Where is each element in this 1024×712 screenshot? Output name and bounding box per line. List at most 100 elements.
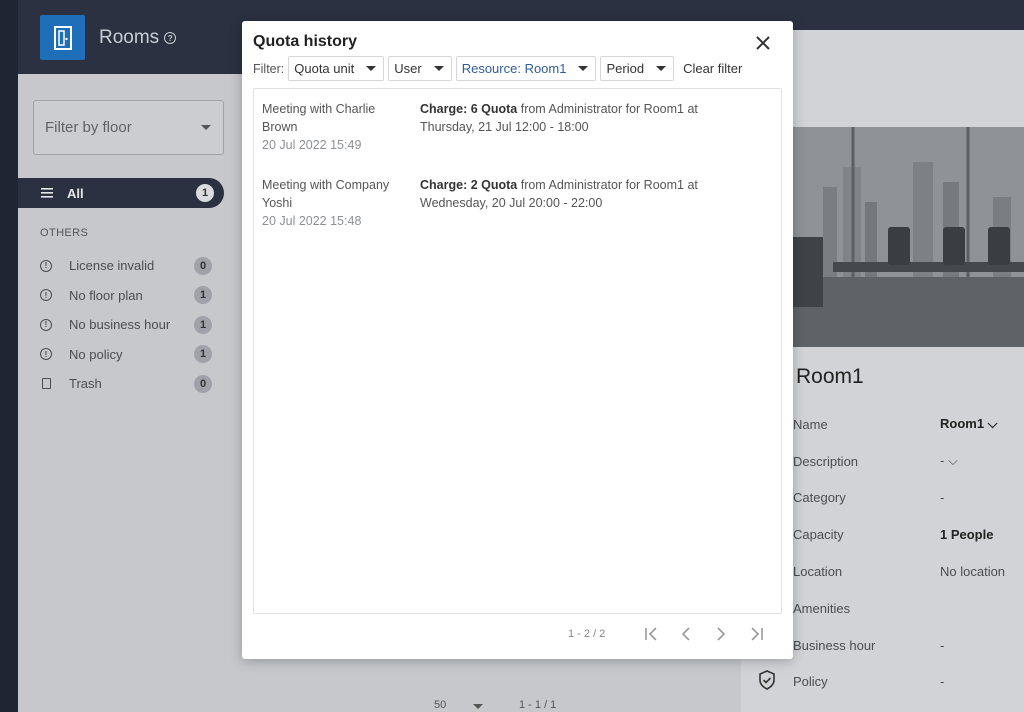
floor-filter-select[interactable]: Filter by floor (33, 100, 224, 155)
pager-range: 1 - 1 / 1 (519, 699, 557, 711)
chevron-down-icon (366, 66, 377, 71)
entry-detail-line: Thursday, 21 Jul 12:00 - 18:00 (420, 120, 589, 134)
dialog-title: Quota history (253, 33, 358, 50)
next-page-icon[interactable] (704, 623, 739, 645)
filter-bar: Filter: Quota unit User Resource: Room1 … (253, 56, 742, 81)
count-badge: 1 (194, 286, 212, 305)
shield-check-icon (759, 670, 775, 690)
count-badge: 1 (196, 184, 214, 202)
pager-range: 1 - 2 / 2 (568, 628, 606, 640)
sidebar-item-all[interactable]: All 1 (18, 178, 224, 208)
clear-filter-button[interactable]: Clear filter (683, 61, 742, 76)
property-row-description[interactable]: Description - ⌵ (793, 443, 1024, 480)
help-icon[interactable]: ? (164, 32, 177, 44)
chevron-down-icon[interactable] (473, 704, 483, 709)
sidebar-item-no-floor-plan[interactable]: ! No floor plan 1 (40, 281, 212, 311)
dropdown-label: Period (606, 61, 645, 76)
property-row-category[interactable]: Category - (793, 480, 1024, 517)
property-key: Policy (793, 674, 828, 690)
property-value: 1 People (940, 527, 994, 543)
entry-title-line: Brown (262, 120, 298, 134)
quota-unit-filter[interactable]: Quota unit (288, 56, 385, 81)
entry-timestamp: 20 Jul 2022 15:48 (262, 214, 362, 228)
count-badge: 0 (194, 374, 212, 393)
property-key: Amenities (793, 600, 851, 616)
alert-circle-icon: ! (40, 289, 52, 302)
sidebar-item-no-policy[interactable]: ! No policy 1 (40, 340, 212, 370)
sidebar-others-list: ! License invalid 0 ! No floor plan 1 ! … (40, 251, 212, 399)
last-page-icon[interactable] (738, 623, 773, 645)
alert-circle-icon: ! (40, 348, 52, 361)
page-size-value[interactable]: 50 (434, 699, 446, 711)
left-rail (0, 0, 18, 712)
sidebar-item-label: No floor plan (69, 287, 143, 303)
prev-page-icon[interactable] (669, 623, 704, 645)
app-title: Rooms ? (99, 27, 177, 49)
property-row-policy[interactable]: Policy - (793, 664, 1024, 701)
chevron-down-icon (578, 66, 589, 71)
dropdown-label: Quota unit (294, 61, 355, 76)
room-title: Room1 (796, 365, 864, 388)
property-value: - (940, 674, 945, 690)
user-filter[interactable]: User (388, 56, 452, 81)
property-key: Capacity (793, 527, 844, 543)
sidebar-item-license-invalid[interactable]: ! License invalid 0 (40, 251, 212, 281)
property-key: Business hour (793, 637, 876, 653)
chevron-down-icon (201, 125, 211, 130)
property-row-amenities[interactable]: Amenities (793, 590, 1024, 627)
count-badge: 1 (194, 345, 212, 364)
sidebar-item-label: No business hour (69, 317, 171, 333)
trash-icon (41, 378, 51, 390)
dialog-pager: 1 - 2 / 2 (568, 623, 773, 645)
entry-detail-line: from Administrator for Room1 at (517, 102, 698, 116)
entry-title-line: Meeting with Charlie (262, 102, 376, 116)
sidebar-item-label: All (67, 185, 84, 201)
count-badge: 1 (194, 315, 212, 334)
period-filter[interactable]: Period (600, 56, 675, 81)
dropdown-label: User (394, 61, 422, 76)
property-row-capacity[interactable]: Capacity 1 People (793, 516, 1024, 553)
floor-filter-placeholder: Filter by floor (45, 119, 132, 136)
section-title-others: OTHERS (40, 227, 89, 239)
chevron-down-icon (433, 66, 444, 71)
entry-detail: Charge: 2 Quota from Administrator for R… (420, 176, 777, 230)
property-row-location[interactable]: Location No location (793, 553, 1024, 590)
entry-detail-line: Wednesday, 20 Jul 20:00 - 22:00 (420, 196, 603, 210)
entry-title-line: Meeting with Company (262, 178, 390, 192)
sidebar-item-trash[interactable]: Trash 0 (40, 369, 212, 399)
property-value[interactable]: - ⌵ (940, 453, 958, 469)
property-key: Description (793, 453, 859, 469)
property-key: Category (793, 490, 846, 506)
list-item[interactable]: Meeting with Charlie Brown 20 Jul 2022 1… (262, 100, 777, 154)
property-value[interactable]: Room1 ⌵ (940, 416, 998, 432)
list-item[interactable]: Meeting with Company Yoshi 20 Jul 2022 1… (262, 176, 777, 230)
property-row-business-hour[interactable]: Business hour - (793, 627, 1024, 664)
room-list-pager: 50 1 - 1 / 1 (238, 690, 741, 712)
property-key: Location (793, 564, 843, 580)
property-value: No location (940, 564, 1006, 580)
resource-filter[interactable]: Resource: Room1 (455, 56, 597, 81)
entry-title-line: Yoshi (262, 196, 293, 210)
quota-history-list: Meeting with Charlie Brown 20 Jul 2022 1… (253, 88, 782, 614)
list-icon (41, 188, 53, 198)
entry-summary: Meeting with Company Yoshi 20 Jul 2022 1… (262, 176, 420, 230)
quota-history-dialog: Quota history Filter: Quota unit User Re… (242, 21, 793, 659)
entry-summary: Meeting with Charlie Brown 20 Jul 2022 1… (262, 100, 420, 154)
property-row-name[interactable]: Name Room1 ⌵ (793, 406, 1024, 443)
close-icon[interactable] (753, 33, 773, 53)
chevron-down-icon (656, 66, 667, 71)
entry-charge: Charge: 2 Quota (420, 178, 518, 192)
entry-charge: Charge: 6 Quota (420, 102, 518, 116)
sidebar-item-no-business-hour[interactable]: ! No business hour 1 (40, 310, 212, 340)
first-page-icon[interactable] (634, 623, 669, 645)
door-logo-icon[interactable] (40, 15, 85, 60)
count-badge: 0 (194, 256, 212, 275)
entry-detail: Charge: 6 Quota from Administrator for R… (420, 100, 777, 154)
property-key: Name (793, 416, 828, 432)
alert-circle-icon: ! (40, 318, 52, 331)
alert-circle-icon: ! (40, 259, 52, 272)
entry-detail-line: from Administrator for Room1 at (517, 178, 698, 192)
property-value: - (940, 637, 945, 653)
sidebar-item-label: No policy (69, 346, 123, 362)
app-title-text: Rooms (99, 27, 160, 48)
